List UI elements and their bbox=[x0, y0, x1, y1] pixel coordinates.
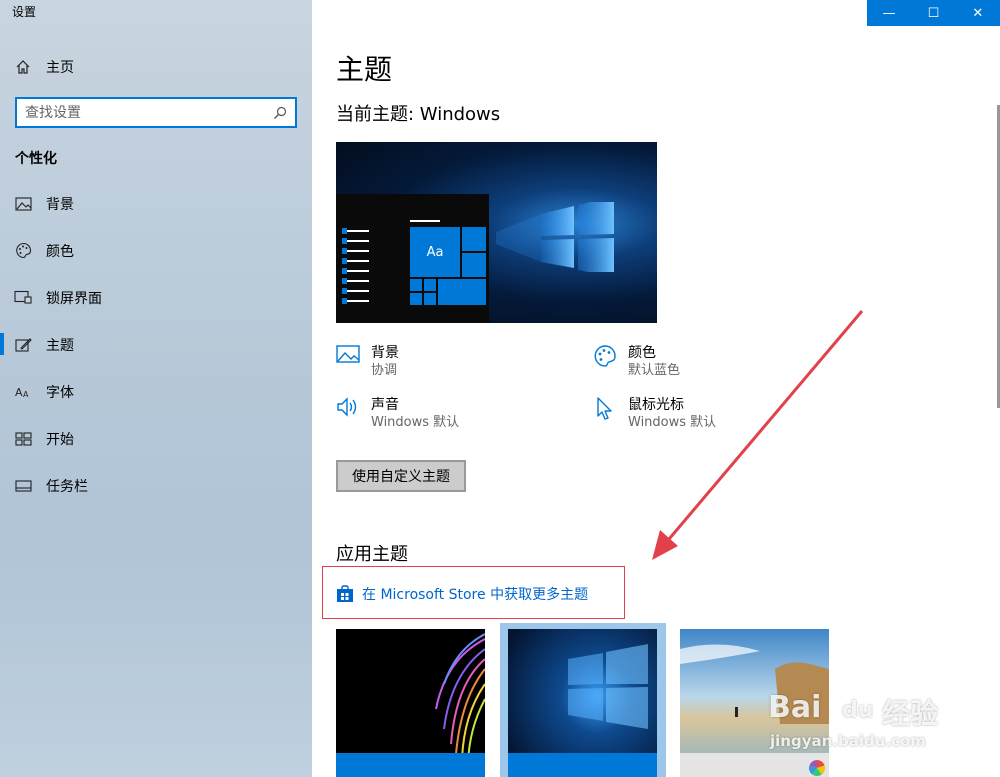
current-theme-label: 当前主题: Windows bbox=[336, 104, 501, 125]
nav-home-label: 主页 bbox=[46, 60, 74, 76]
sidebar-item-label: 开始 bbox=[46, 431, 74, 448]
window-title: 设置 bbox=[12, 5, 37, 19]
property-color[interactable]: 颜色 默认蓝色 bbox=[593, 344, 680, 380]
sidebar: 设置 主页 个性化 背景 颜色 锁屏界面 bbox=[0, 0, 312, 777]
property-background[interactable]: 背景 协调 bbox=[336, 344, 399, 380]
property-name: 颜色 bbox=[628, 345, 656, 361]
sidebar-item-taskbar[interactable]: 任务栏 bbox=[0, 462, 312, 509]
maximize-button[interactable]: ☐ bbox=[911, 0, 955, 26]
search-input[interactable] bbox=[25, 104, 273, 121]
sidebar-item-background[interactable]: 背景 bbox=[0, 180, 312, 227]
palette-icon bbox=[0, 242, 46, 259]
property-value: 协调 bbox=[371, 363, 398, 378]
home-icon bbox=[0, 59, 46, 75]
speaker-icon bbox=[336, 396, 371, 426]
window-controls: — ☐ ✕ bbox=[867, 0, 1000, 26]
sidebar-item-label: 字体 bbox=[46, 384, 74, 401]
search-icon[interactable] bbox=[273, 106, 287, 120]
close-button[interactable]: ✕ bbox=[956, 0, 1000, 26]
property-name: 声音 bbox=[371, 397, 399, 413]
svg-text:A: A bbox=[23, 390, 29, 399]
cursor-icon bbox=[593, 396, 628, 426]
nav-list: 背景 颜色 锁屏界面 主题 AA 字体 开始 任务栏 bbox=[0, 180, 312, 509]
sidebar-item-lock-screen[interactable]: 锁屏界面 bbox=[0, 274, 312, 321]
sidebar-item-label: 任务栏 bbox=[46, 478, 88, 495]
baidu-watermark: Bai du 经验 jingyan.baidu.com bbox=[766, 668, 966, 758]
page-title: 主题 bbox=[336, 53, 393, 86]
property-value: Windows 默认 bbox=[371, 415, 460, 430]
search-box[interactable] bbox=[15, 97, 297, 128]
store-icon bbox=[337, 585, 353, 602]
property-cursor[interactable]: 鼠标光标 Windows 默认 bbox=[593, 396, 716, 432]
sidebar-item-theme[interactable]: 主题 bbox=[0, 321, 312, 368]
section-title: 个性化 bbox=[15, 151, 57, 167]
picture-icon bbox=[336, 344, 371, 374]
property-value: 默认蓝色 bbox=[628, 363, 681, 378]
sidebar-item-label: 锁屏界面 bbox=[46, 290, 102, 307]
start-menu-preview: Aa bbox=[336, 194, 489, 323]
theme-thumbnail-flower[interactable] bbox=[336, 629, 485, 777]
apply-theme-heading: 应用主题 bbox=[336, 544, 408, 565]
svg-text:A: A bbox=[15, 386, 23, 399]
minimize-button[interactable]: — bbox=[867, 0, 911, 26]
windows-logo-light bbox=[496, 202, 614, 272]
watermark-brand-2: du bbox=[842, 698, 874, 723]
taskbar-icon bbox=[0, 479, 46, 492]
picture-icon bbox=[0, 196, 46, 211]
watermark-brand: Bai bbox=[768, 690, 822, 725]
palette-icon bbox=[593, 344, 628, 374]
use-custom-theme-button[interactable]: 使用自定义主题 bbox=[336, 460, 466, 492]
lock-screen-icon bbox=[0, 290, 46, 305]
sidebar-item-start[interactable]: 开始 bbox=[0, 415, 312, 462]
property-sound[interactable]: 声音 Windows 默认 bbox=[336, 396, 459, 432]
theme-preview: Aa bbox=[336, 142, 657, 323]
start-icon bbox=[0, 431, 46, 446]
theme-icon bbox=[0, 337, 46, 353]
theme-thumbnail-windows[interactable] bbox=[508, 629, 657, 777]
store-link[interactable]: 在 Microsoft Store 中获取更多主题 bbox=[336, 584, 588, 604]
nav-home[interactable]: 主页 bbox=[0, 50, 312, 84]
store-link-label: 在 Microsoft Store 中获取更多主题 bbox=[362, 587, 589, 603]
watermark-url: jingyan.baidu.com bbox=[770, 732, 926, 750]
property-name: 背景 bbox=[371, 345, 399, 361]
preview-tile: Aa bbox=[410, 227, 460, 277]
sidebar-item-font[interactable]: AA 字体 bbox=[0, 368, 312, 415]
color-wheel-icon bbox=[809, 760, 825, 776]
watermark-brand-cn: 经验 bbox=[882, 697, 939, 730]
sidebar-item-label: 主题 bbox=[46, 337, 74, 354]
font-icon: AA bbox=[0, 385, 46, 399]
sidebar-item-label: 背景 bbox=[46, 196, 74, 213]
sidebar-item-color[interactable]: 颜色 bbox=[0, 227, 312, 274]
property-value: Windows 默认 bbox=[628, 415, 717, 430]
property-name: 鼠标光标 bbox=[628, 397, 684, 413]
sidebar-item-label: 颜色 bbox=[46, 243, 74, 260]
